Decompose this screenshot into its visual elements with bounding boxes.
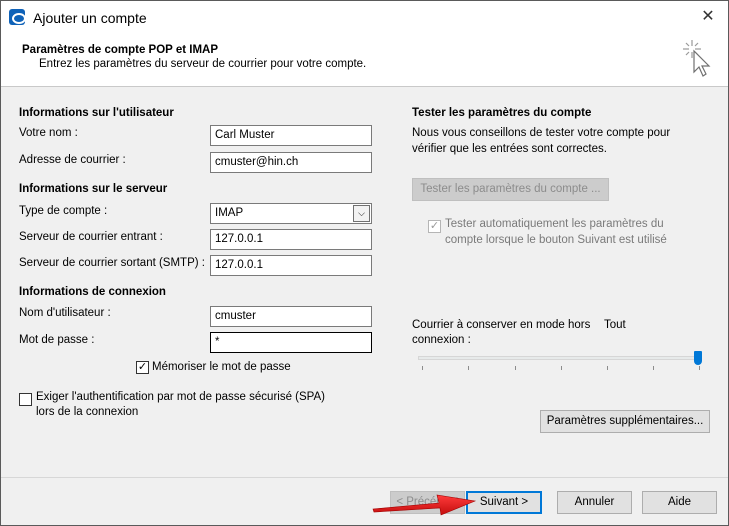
cursor-sparkle-icon xyxy=(683,40,711,77)
close-button[interactable]: ✕ xyxy=(696,6,720,28)
outgoing-server-input[interactable]: 127.0.0.1 xyxy=(210,255,372,276)
incoming-server-label: Serveur de courrier entrant : xyxy=(19,231,163,243)
slider-tick xyxy=(607,366,608,370)
dialog-body: Informations sur l'utilisateur Votre nom… xyxy=(1,88,728,477)
wizard-header: Paramètres de compte POP et IMAP Entrez … xyxy=(1,34,728,87)
help-button[interactable]: Aide xyxy=(642,491,717,514)
dialog-footer: < Précédent Suivant > Annuler Aide xyxy=(1,477,728,525)
header-title: Paramètres de compte POP et IMAP xyxy=(22,44,218,56)
spa-checkbox[interactable] xyxy=(19,393,32,406)
red-arrow-annotation xyxy=(372,494,477,516)
add-account-dialog: Ajouter un compte ✕ Paramètres de compte… xyxy=(0,0,729,526)
window-title: Ajouter un compte xyxy=(33,10,147,26)
slider-tick xyxy=(699,366,700,370)
auto-test-label-line2: compte lorsque le bouton Suivant est uti… xyxy=(445,234,667,246)
test-desc-line1: Nous vous conseillons de tester votre co… xyxy=(412,127,671,139)
offline-mail-label-line2: connexion : xyxy=(412,334,471,346)
auto-test-label-line1: Tester automatiquement les paramètres du xyxy=(445,218,664,230)
outlook-icon xyxy=(9,9,26,25)
password-input[interactable]: * xyxy=(210,332,372,353)
header-subtitle: Entrez les paramètres du serveur de cour… xyxy=(39,58,367,70)
remember-password-label: Mémoriser le mot de passe xyxy=(152,361,291,373)
account-type-label: Type de compte : xyxy=(19,205,108,217)
name-input[interactable]: Carl Muster xyxy=(210,125,372,146)
server-info-heading: Informations sur le serveur xyxy=(19,183,168,195)
offline-mail-value: Tout xyxy=(604,319,626,331)
auto-test-checkbox[interactable]: ✓ xyxy=(428,220,441,233)
title-bar: Ajouter un compte ✕ xyxy=(1,1,728,34)
email-input[interactable]: cmuster@hin.ch xyxy=(210,152,372,173)
test-desc-line2: vérifier que les entrées sont correctes. xyxy=(412,143,607,155)
cancel-button[interactable]: Annuler xyxy=(557,491,632,514)
incoming-server-input[interactable]: 127.0.0.1 xyxy=(210,229,372,250)
slider-tick xyxy=(422,366,423,370)
offline-mail-slider-thumb[interactable] xyxy=(694,351,702,365)
slider-tick xyxy=(515,366,516,370)
account-type-select[interactable]: IMAP ⌵ xyxy=(210,203,372,224)
username-input[interactable]: cmuster xyxy=(210,306,372,327)
user-info-heading: Informations sur l'utilisateur xyxy=(19,107,174,119)
spa-label-line2: lors de la connexion xyxy=(36,406,139,418)
login-info-heading: Informations de connexion xyxy=(19,286,166,298)
more-settings-button[interactable]: Paramètres supplémentaires... xyxy=(540,410,710,433)
offline-mail-label-line1: Courrier à conserver en mode hors xyxy=(412,319,591,331)
username-label: Nom d'utilisateur : xyxy=(19,307,111,319)
offline-mail-slider-track[interactable] xyxy=(418,356,702,360)
chevron-down-icon[interactable]: ⌵ xyxy=(353,205,370,222)
account-type-value: IMAP xyxy=(215,207,244,219)
check-icon: ✓ xyxy=(137,361,148,373)
check-icon: ✓ xyxy=(429,220,440,232)
slider-tick xyxy=(468,366,469,370)
password-label: Mot de passe : xyxy=(19,334,95,346)
name-label: Votre nom : xyxy=(19,127,78,139)
slider-tick xyxy=(653,366,654,370)
slider-tick xyxy=(561,366,562,370)
outgoing-server-label: Serveur de courrier sortant (SMTP) : xyxy=(19,257,205,269)
spa-label-line1: Exiger l'authentification par mot de pas… xyxy=(36,391,325,403)
test-settings-heading: Tester les paramètres du compte xyxy=(412,107,592,119)
test-settings-button[interactable]: Tester les paramètres du compte ... xyxy=(412,178,609,201)
email-label: Adresse de courrier : xyxy=(19,154,126,166)
remember-password-checkbox[interactable]: ✓ xyxy=(136,361,149,374)
